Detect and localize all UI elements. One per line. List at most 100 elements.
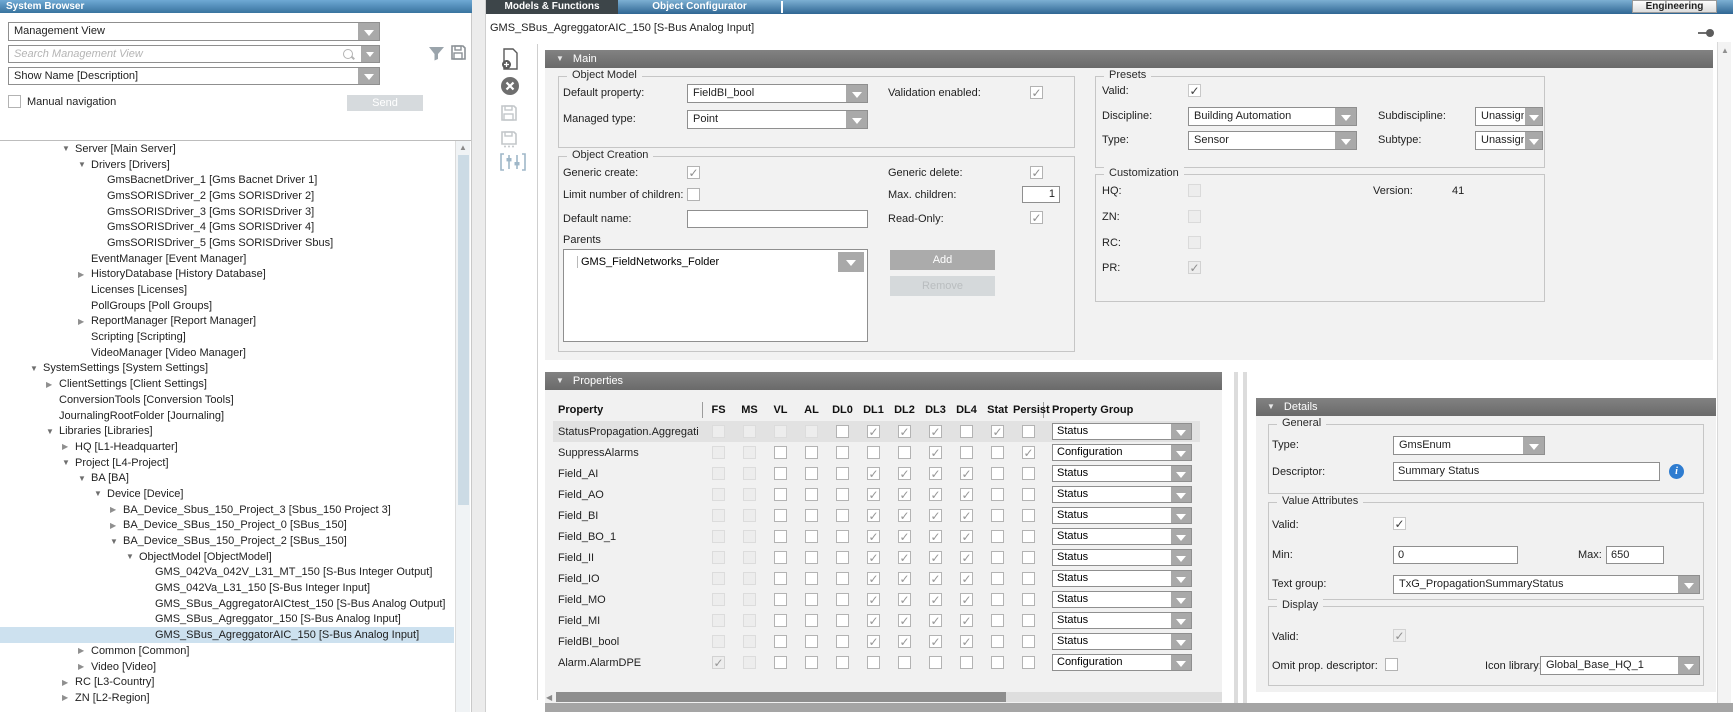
chevron-down-icon[interactable] <box>1678 576 1699 593</box>
checkbox-dl3[interactable] <box>929 551 942 564</box>
filter-icon[interactable] <box>428 46 445 61</box>
scrollbar-thumb[interactable] <box>556 692 1006 702</box>
chevron-down-icon[interactable]: ▼ <box>556 372 564 390</box>
property-group-dropdown[interactable]: Status <box>1052 612 1192 629</box>
checkbox-dl3[interactable] <box>929 446 942 459</box>
checkbox-stat[interactable] <box>991 572 1004 585</box>
checkbox-dl0[interactable] <box>836 551 849 564</box>
checkbox-persist[interactable] <box>1022 488 1035 501</box>
icon-library-dropdown[interactable]: Global_Base_HQ_1 <box>1540 656 1700 675</box>
chevron-down-icon[interactable] <box>1678 657 1699 674</box>
chevron-down-icon[interactable] <box>1523 437 1544 454</box>
checkbox-vl[interactable] <box>774 656 787 669</box>
checkbox-dl0[interactable] <box>836 572 849 585</box>
checkbox-persist[interactable] <box>1022 530 1035 543</box>
chevron-right-icon[interactable]: ▶ <box>110 505 123 514</box>
property-group-dropdown[interactable]: Status <box>1052 507 1192 524</box>
property-row[interactable]: Field_AOStatus <box>553 484 1200 505</box>
checkbox-dl2[interactable] <box>898 467 911 480</box>
property-group-dropdown[interactable]: Status <box>1052 465 1192 482</box>
manual-navigation-checkbox[interactable] <box>8 95 21 108</box>
chevron-down-icon[interactable]: ▼ <box>78 160 91 169</box>
tab-models-functions[interactable]: Models & Functions <box>486 0 618 14</box>
column-header-dl3[interactable]: DL3 <box>920 404 951 416</box>
checkbox-al[interactable] <box>805 446 818 459</box>
checkbox-persist[interactable] <box>1022 572 1035 585</box>
chevron-right-icon[interactable]: ▶ <box>78 646 91 655</box>
chevron-down-icon[interactable]: ▼ <box>110 537 123 546</box>
checkbox-al[interactable] <box>805 530 818 543</box>
checkbox-al[interactable] <box>805 635 818 648</box>
checkbox-dl4[interactable] <box>960 551 973 564</box>
tree-item[interactable]: ConversionTools [Conversion Tools] <box>0 392 454 408</box>
checkbox-persist[interactable] <box>1022 509 1035 522</box>
parents-list[interactable]: GMS_FieldNetworks_Folder <box>563 249 868 342</box>
checkbox-stat[interactable] <box>991 614 1004 627</box>
checkbox-vl[interactable] <box>774 446 787 459</box>
checkbox-dl0[interactable] <box>836 593 849 606</box>
chevron-down-icon[interactable] <box>1171 571 1191 586</box>
checkbox-dl3[interactable] <box>929 425 942 438</box>
column-header-dl4[interactable]: DL4 <box>951 404 982 416</box>
checkbox-persist[interactable] <box>1022 551 1035 564</box>
tree-item[interactable]: ▶ZN [L2-Region] <box>0 690 454 706</box>
chevron-down-icon[interactable] <box>1171 550 1191 565</box>
column-header-al[interactable]: AL <box>796 404 827 416</box>
tree-item[interactable]: ▶RC [L3-Country] <box>0 674 454 690</box>
chevron-right-icon[interactable]: ▶ <box>46 380 59 389</box>
tab-engineering[interactable]: Engineering <box>1632 0 1717 13</box>
property-group-dropdown[interactable]: Status <box>1052 528 1192 545</box>
discipline-dropdown[interactable]: Building Automation <box>1188 107 1357 126</box>
chevron-down-icon[interactable] <box>1171 424 1191 439</box>
checkbox-vl[interactable] <box>774 488 787 501</box>
chevron-down-icon[interactable]: ▼ <box>30 364 43 373</box>
section-header-properties[interactable]: ▼Properties <box>545 372 1222 390</box>
tree-item[interactable]: GmsBacnetDriver_1 [Gms Bacnet Driver 1] <box>0 172 454 188</box>
checkbox-vl[interactable] <box>774 593 787 606</box>
chevron-down-icon[interactable] <box>1171 529 1191 544</box>
chevron-down-icon[interactable] <box>846 111 867 128</box>
tree-item[interactable]: ▼Project [L4-Project] <box>0 455 454 471</box>
tree-scrollbar[interactable]: ▲ <box>455 141 470 712</box>
property-row[interactable]: Alarm.AlarmDPEConfiguration <box>553 652 1200 673</box>
generic-delete-checkbox[interactable] <box>1030 166 1043 179</box>
checkbox-stat[interactable] <box>991 488 1004 501</box>
tree-item[interactable]: ▶BA_Device_Sbus_150_Project_3 [Sbus_150 … <box>0 502 454 518</box>
managed-type-dropdown[interactable]: Point <box>687 110 868 129</box>
property-group-dropdown[interactable]: Status <box>1052 591 1192 608</box>
checkbox-dl3[interactable] <box>929 509 942 522</box>
checkbox-dl3[interactable] <box>929 467 942 480</box>
checkbox-dl4[interactable] <box>960 425 973 438</box>
checkbox-al[interactable] <box>805 509 818 522</box>
chevron-down-icon[interactable]: ▼ <box>62 144 75 153</box>
search-icon[interactable] <box>342 48 355 61</box>
column-header-property[interactable]: Property <box>553 402 703 418</box>
detail-type-dropdown[interactable]: GmsEnum <box>1393 436 1545 455</box>
chevron-right-icon[interactable]: ▶ <box>62 442 75 451</box>
save-icon[interactable] <box>450 44 467 61</box>
checkbox-stat[interactable] <box>991 467 1004 480</box>
column-settings-icon[interactable] <box>500 152 526 172</box>
default-property-dropdown[interactable]: FieldBI_bool <box>687 84 868 103</box>
chevron-right-icon[interactable]: ▶ <box>78 662 91 671</box>
tree-item[interactable]: PollGroups [Poll Groups] <box>0 298 454 314</box>
chevron-down-icon[interactable]: ▼ <box>94 489 107 498</box>
section-header-details[interactable]: ▼Details <box>1256 398 1716 416</box>
text-group-dropdown[interactable]: TxG_PropagationSummaryStatus <box>1393 575 1700 594</box>
checkbox-vl[interactable] <box>774 635 787 648</box>
save-all-icon[interactable] <box>500 130 518 148</box>
max-children-field[interactable]: 1 <box>1022 186 1060 203</box>
property-group-dropdown[interactable]: Status <box>1052 423 1192 440</box>
tree-item[interactable]: ▼BA_Device_SBus_150_Project_2 [SBus_150] <box>0 533 454 549</box>
scrollbar-thumb[interactable] <box>458 155 469 505</box>
checkbox-persist[interactable] <box>1022 446 1035 459</box>
property-row[interactable]: FieldBI_boolStatus <box>553 631 1200 652</box>
checkbox-stat[interactable] <box>991 635 1004 648</box>
tree-item[interactable]: GmsSORISDriver_5 [Gms SORISDriver Sbus] <box>0 235 454 251</box>
checkbox-stat[interactable] <box>991 551 1004 564</box>
checkbox-stat[interactable] <box>991 425 1004 438</box>
checkbox-dl2[interactable] <box>898 593 911 606</box>
checkbox-al[interactable] <box>805 593 818 606</box>
checkbox-vl[interactable] <box>774 572 787 585</box>
checkbox-dl4[interactable] <box>960 467 973 480</box>
